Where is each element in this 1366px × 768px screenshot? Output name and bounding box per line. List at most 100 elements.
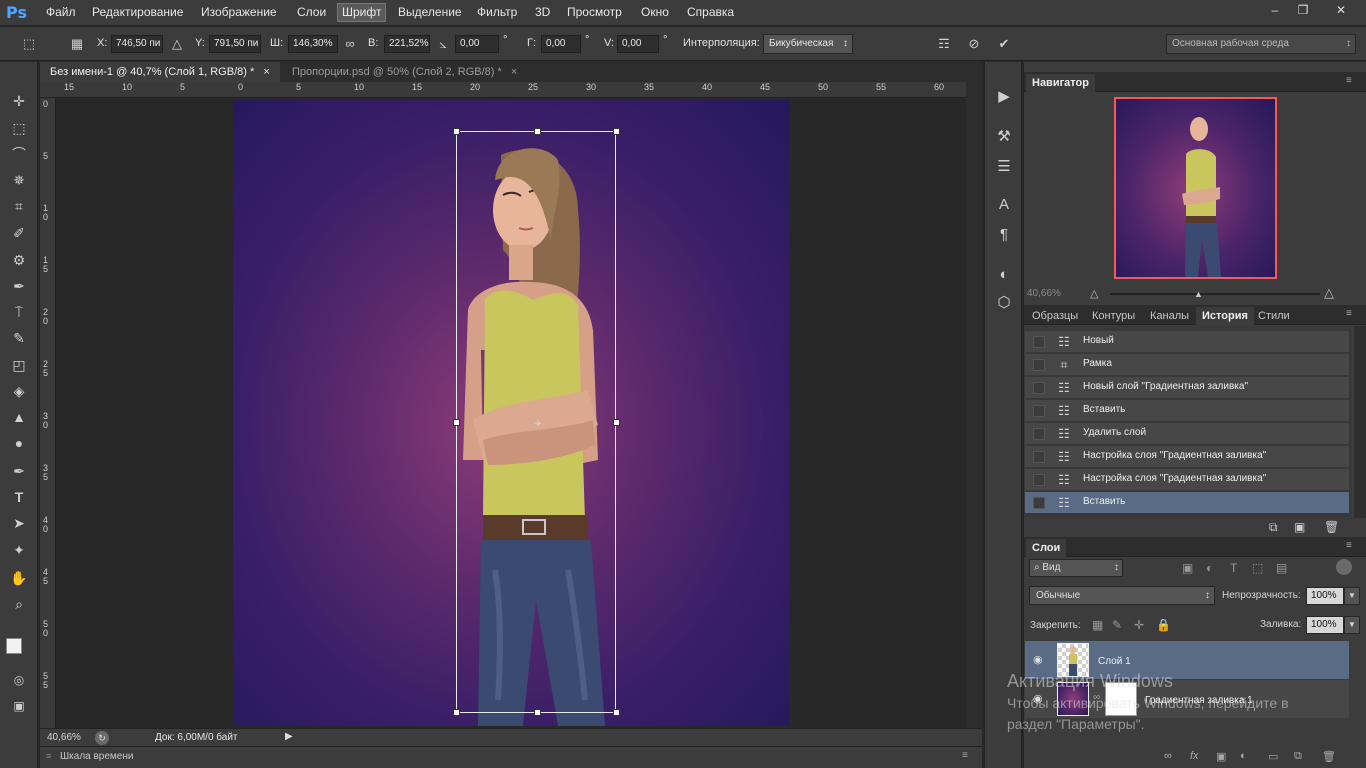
history-scrollbar[interactable] (1354, 326, 1366, 518)
path-selection-icon[interactable]: ➤ (7, 512, 31, 534)
history-item[interactable]: ⌗ Рамка (1025, 354, 1349, 376)
share-icon[interactable]: ↻ (95, 731, 109, 745)
screen-mode-icon[interactable]: ▣ (7, 695, 31, 717)
history-brush-icon[interactable]: ✎ (7, 327, 31, 349)
lock-all-icon[interactable]: 🔒 (1156, 618, 1171, 632)
tab-history[interactable]: История (1196, 307, 1254, 325)
close-tab-icon[interactable]: × (263, 66, 269, 78)
tab-layers[interactable]: Слои (1026, 539, 1067, 557)
zoom-level[interactable]: 40,66% (47, 732, 81, 743)
history-item[interactable]: ☷ Новый слой "Градиентная заливка" (1025, 377, 1349, 399)
paint-bucket-icon[interactable]: ◈ (7, 380, 31, 402)
menu-help[interactable]: Справка (687, 5, 734, 19)
interpolation-select[interactable]: Бикубическая ↕ (763, 34, 853, 54)
panel-menu-icon[interactable]: ≡ (1346, 308, 1352, 319)
tab-styles[interactable]: Стили (1252, 307, 1296, 325)
x-field[interactable]: 746,50 пи (111, 35, 163, 53)
transform-handle[interactable] (534, 709, 541, 716)
foreground-color-swatch[interactable] (6, 638, 22, 654)
lock-position-icon[interactable]: ✛ (1134, 618, 1144, 632)
history-source-checkbox[interactable] (1033, 451, 1045, 463)
history-item[interactable]: ☷ Настройка слоя "Градиентная заливка" (1025, 469, 1349, 491)
history-source-checkbox[interactable] (1033, 428, 1045, 440)
history-item[interactable]: ☷ Вставить (1025, 400, 1349, 422)
filter-shape-icon[interactable]: ⬚ (1252, 561, 1263, 575)
tab-untitled[interactable]: Без имени-1 @ 40,7% (Слой 1, RGB/8) * × (40, 62, 280, 82)
trash-icon[interactable]: 🗑 (1324, 520, 1339, 534)
menu-3d[interactable]: 3D (535, 5, 550, 19)
zoom-slider-track[interactable] (1110, 293, 1320, 295)
zoom-tool-icon[interactable]: ⌕ (7, 593, 31, 615)
history-item[interactable]: ☷ Удалить слой (1025, 423, 1349, 445)
stamp-tool-icon[interactable]: ⍑ (7, 301, 31, 323)
close-tab-icon[interactable]: × (511, 66, 517, 78)
history-item[interactable]: ☷ Новый (1025, 331, 1349, 353)
transform-tool-icon[interactable]: ⬚ (20, 35, 38, 53)
delete-layer-icon[interactable]: 🗑 (1322, 750, 1336, 763)
lasso-tool-icon[interactable]: ⌒ (7, 143, 31, 165)
filter-smart-object-icon[interactable]: ▤ (1276, 561, 1287, 575)
vskew-field[interactable]: 0,00 (617, 35, 659, 53)
fill-dropdown-icon[interactable]: ▼ (1344, 616, 1360, 634)
workspace-select[interactable]: Основная рабочая среда ↕ (1166, 34, 1356, 54)
y-field[interactable]: 791,50 пи (209, 35, 261, 53)
menu-view[interactable]: Просмотр (567, 5, 622, 19)
commit-transform-icon[interactable]: ✔ (995, 35, 1013, 53)
menu-window[interactable]: Окно (641, 5, 669, 19)
vertical-scrollbar[interactable] (966, 82, 982, 728)
blend-mode-select[interactable]: Обычные ↕ (1029, 586, 1215, 605)
width-field[interactable]: 146,30% (288, 35, 338, 53)
history-source-checkbox[interactable] (1033, 405, 1045, 417)
history-source-checkbox[interactable] (1033, 497, 1045, 509)
marquee-tool-icon[interactable]: ⬚ (7, 117, 31, 139)
zoom-out-icon[interactable]: △ (1090, 287, 1098, 300)
link-icon[interactable]: ∞ (341, 35, 359, 53)
filter-pixel-icon[interactable]: ▣ (1182, 561, 1193, 575)
fill-field[interactable]: 100% (1306, 616, 1344, 634)
menu-image[interactable]: Изображение (201, 5, 277, 19)
lock-transparency-icon[interactable]: ▦ (1092, 618, 1103, 632)
play-icon[interactable]: ▶ (993, 86, 1015, 108)
pen-tool-icon[interactable]: ✒ (7, 460, 31, 482)
panel-menu-icon[interactable]: ≡ (1346, 540, 1352, 551)
tab-paths[interactable]: Контуры (1086, 307, 1141, 325)
transform-handle[interactable] (613, 709, 620, 716)
eyedropper-icon[interactable]: ✐ (7, 222, 31, 244)
history-source-checkbox[interactable] (1033, 382, 1045, 394)
reference-point-crosshair-icon[interactable]: ⌖ (531, 416, 545, 430)
history-item-selected[interactable]: ☷ Вставить (1025, 492, 1349, 514)
add-mask-icon[interactable]: ▣ (1216, 750, 1226, 763)
panel-menu-icon[interactable]: ≡ (1346, 75, 1352, 86)
dodge-tool-icon[interactable]: ● (7, 432, 31, 454)
layer-filter-select[interactable]: ⌕ Вид ↕ (1029, 559, 1123, 577)
history-source-checkbox[interactable] (1033, 359, 1045, 371)
hand-tool-icon[interactable]: ✋ (7, 567, 31, 589)
layer-style-icon[interactable]: fx (1190, 750, 1199, 762)
quick-mask-icon[interactable]: ◎ (7, 669, 31, 691)
history-source-checkbox[interactable] (1033, 474, 1045, 486)
new-group-icon[interactable]: ▭ (1268, 750, 1278, 763)
filter-toggle[interactable] (1336, 559, 1352, 575)
healing-brush-icon[interactable]: ⚙ (7, 249, 31, 271)
transform-handle[interactable] (453, 709, 460, 716)
minimize-icon[interactable]: – (1264, 3, 1286, 19)
zoom-slider-thumb[interactable]: ▲ (1194, 289, 1203, 299)
crop-tool-icon[interactable]: ⌗ (7, 195, 31, 217)
adjustment-layer-icon[interactable]: ◐ (1240, 750, 1247, 762)
history-source-checkbox[interactable] (1033, 336, 1045, 348)
filter-type-icon[interactable]: T (1230, 561, 1237, 575)
blur-tool-icon[interactable]: ▲ (7, 406, 31, 428)
menu-select[interactable]: Выделение (398, 5, 462, 19)
tab-proportions[interactable]: Пропорции.psd @ 50% (Слой 2, RGB/8) * × (282, 62, 534, 82)
layer-name[interactable]: Слой 1 (1098, 656, 1131, 667)
character-panel-icon[interactable]: A (993, 194, 1015, 216)
tab-swatches[interactable]: Образцы (1026, 307, 1084, 325)
transform-handle[interactable] (613, 128, 620, 135)
transform-handle[interactable] (613, 419, 620, 426)
adjustments-icon[interactable]: ◐ (993, 264, 1015, 286)
paragraph-panel-icon[interactable]: ¶ (993, 224, 1015, 246)
opacity-dropdown-icon[interactable]: ▼ (1344, 587, 1360, 605)
tab-navigator[interactable]: Навигатор (1026, 74, 1095, 92)
menu-filter[interactable]: Фильтр (477, 5, 517, 19)
magic-wand-icon[interactable]: ✵ (7, 169, 31, 191)
